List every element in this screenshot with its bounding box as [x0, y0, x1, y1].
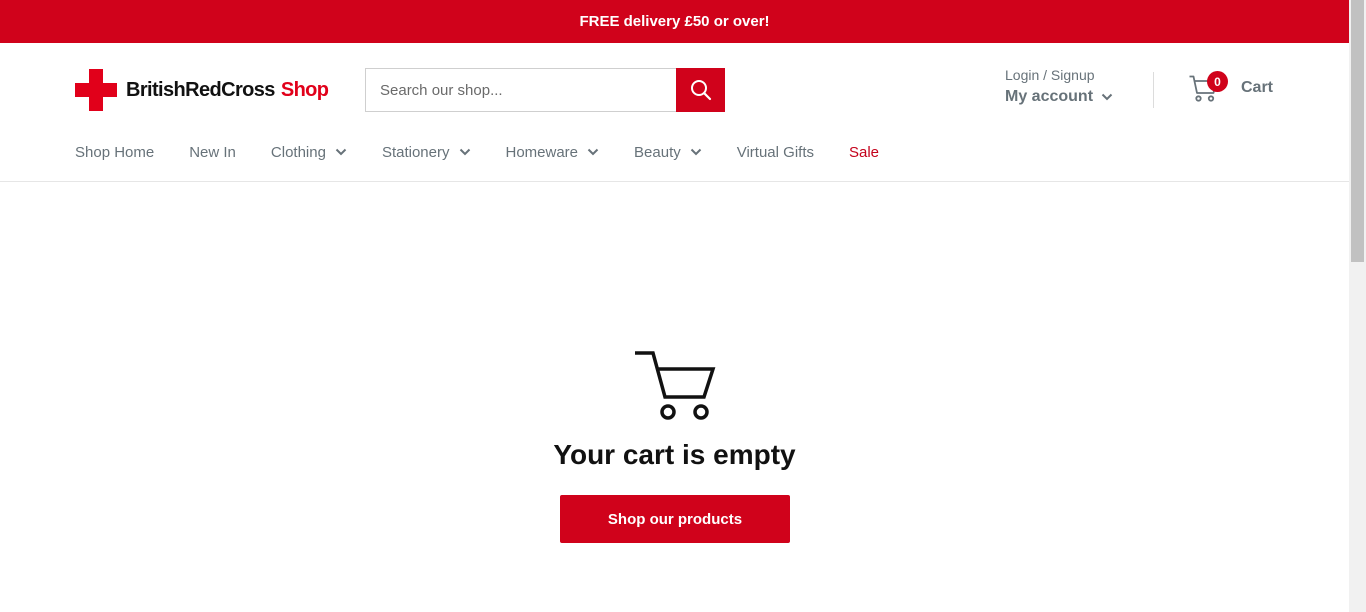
logo-text: BritishRedCross Shop	[126, 78, 329, 102]
account-menu: Login / Signup My account	[1005, 67, 1113, 106]
nav-item-homeware[interactable]: Homeware	[506, 144, 600, 161]
main-nav: Shop Home New In Clothing Stationery Hom…	[75, 139, 914, 165]
nav-item-stationery[interactable]: Stationery	[382, 144, 471, 161]
chevron-down-icon	[335, 148, 347, 156]
cart-link[interactable]: 0 Cart	[1188, 71, 1274, 103]
nav-item-clothing[interactable]: Clothing	[271, 144, 347, 161]
logo-shop: Shop	[280, 78, 329, 101]
cart-count-badge: 0	[1207, 71, 1228, 92]
nav-item-label: Sale	[848, 143, 880, 161]
nav-item-label: Clothing	[270, 143, 326, 161]
page-scrollbar[interactable]	[1349, 0, 1366, 612]
chevron-down-icon	[1101, 93, 1113, 101]
cart-label: Cart	[1241, 79, 1274, 96]
nav-item-label: Virtual Gifts	[736, 143, 814, 161]
my-account-label: My account	[1005, 88, 1094, 105]
my-account-button[interactable]: My account	[1005, 88, 1113, 106]
shop-our-products-button[interactable]: Shop our products	[560, 495, 790, 543]
search-icon	[690, 80, 711, 101]
scrollbar-thumb[interactable]	[1351, 0, 1364, 262]
chevron-down-icon	[587, 148, 599, 156]
nav-item-virtual-gifts[interactable]: Virtual Gifts	[737, 144, 814, 161]
chevron-down-icon	[690, 148, 701, 156]
empty-cart-section: Your cart is empty Shop our products	[0, 182, 1349, 612]
header-divider	[1153, 72, 1154, 108]
logo[interactable]: BritishRedCross Shop	[75, 69, 329, 111]
nav-item-shop-home[interactable]: Shop Home	[75, 144, 154, 161]
nav-item-label: Shop Home	[75, 143, 155, 161]
login-signup-link[interactable]: Login / Signup	[1005, 67, 1113, 83]
logo-brand: BritishRedCross	[126, 78, 275, 101]
promo-text: FREE delivery £50 or over!	[579, 13, 770, 30]
logo-cross-icon	[75, 69, 117, 111]
nav-item-new-in[interactable]: New In	[189, 144, 236, 161]
search-bar	[365, 68, 725, 112]
empty-cart-title: Your cart is empty	[553, 439, 796, 470]
nav-item-label: Homeware	[505, 143, 579, 161]
nav-item-label: Beauty	[634, 143, 681, 161]
search-input[interactable]	[365, 68, 676, 112]
chevron-down-icon	[459, 148, 470, 156]
search-button[interactable]	[676, 68, 725, 112]
site-header: BritishRedCrossShop Login / Signup My ac…	[0, 43, 1349, 182]
nav-item-label: Stationery	[381, 143, 450, 161]
nav-item-beauty[interactable]: Beauty	[634, 144, 702, 161]
nav-item-label: New In	[189, 143, 236, 161]
nav-item-sale[interactable]: Sale	[849, 144, 879, 161]
promo-bar: FREE delivery £50 or over!	[0, 0, 1349, 43]
empty-cart-icon	[635, 351, 716, 420]
cart-icon-wrapper: 0	[1188, 71, 1228, 103]
